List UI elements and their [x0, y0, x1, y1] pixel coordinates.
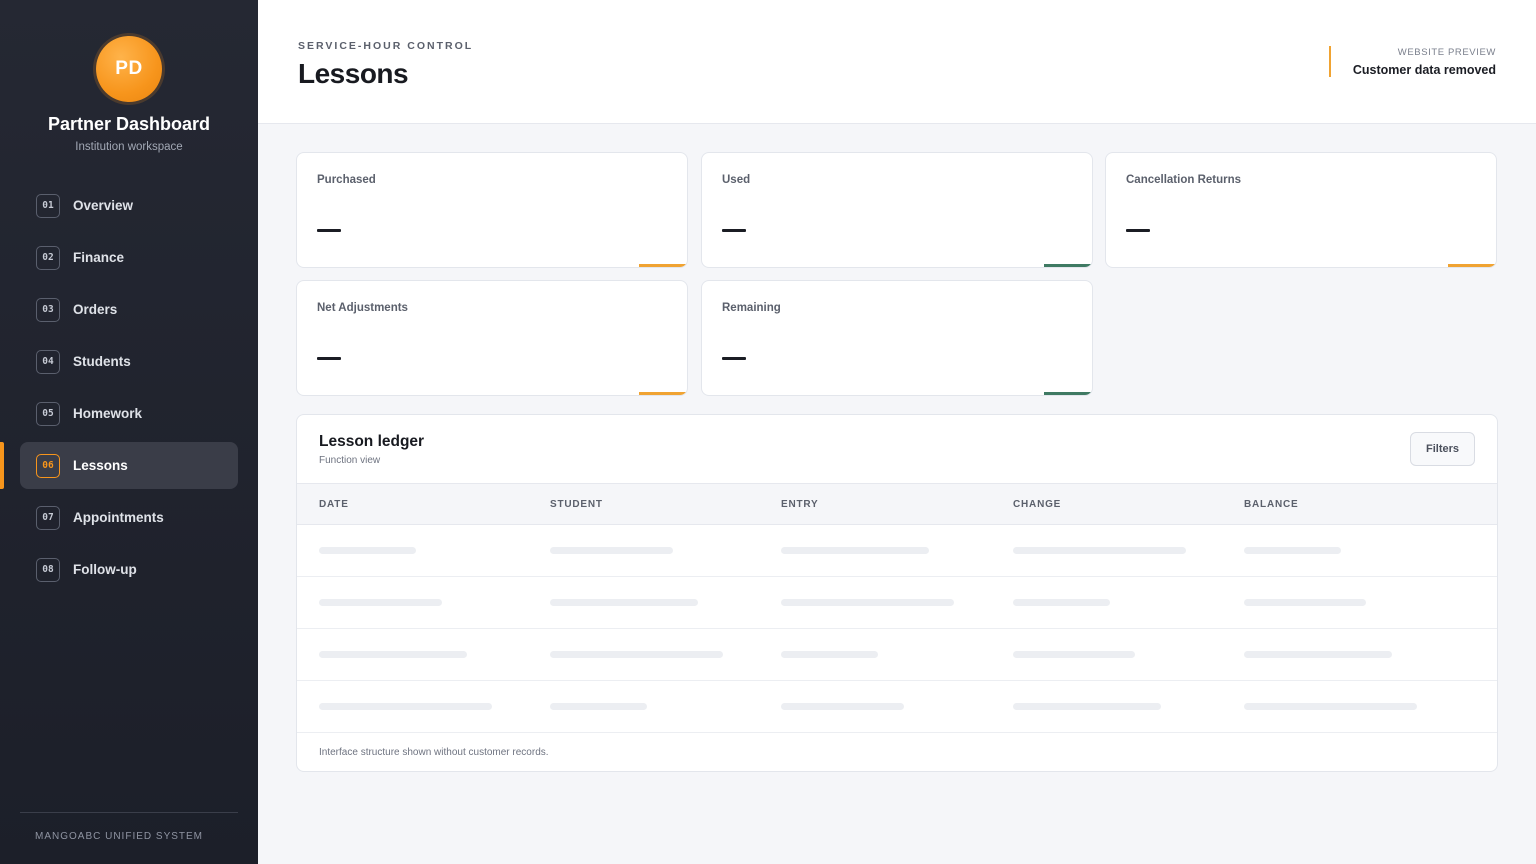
stat-card-label: Net Adjustments [317, 302, 408, 314]
skeleton-cell [781, 703, 904, 710]
sidebar-item-homework[interactable]: 05 Homework [20, 390, 238, 437]
stat-card-accent [1448, 264, 1496, 267]
column-header-change[interactable]: CHANGE [1013, 499, 1061, 510]
page-eyebrow: SERVICE-HOUR CONTROL [298, 40, 474, 52]
skeleton-cell [550, 703, 647, 710]
sidebar-item-label: Follow-up [73, 562, 137, 577]
sidebar-item-label: Overview [73, 198, 134, 213]
skeleton-cell [319, 547, 416, 554]
skeleton-cell [1013, 599, 1110, 606]
sidebar-item-students[interactable]: 04 Students [20, 338, 238, 385]
stat-card-label: Used [722, 174, 751, 186]
filters-button[interactable]: Filters [1410, 432, 1475, 466]
table-row-placeholder [297, 525, 1497, 577]
avatar[interactable]: PD [96, 36, 162, 102]
sidebar-item-label: Finance [73, 250, 125, 265]
skeleton-cell [781, 599, 954, 606]
skeleton-cell [1244, 651, 1392, 658]
ledger-footnote: Interface structure shown without custom… [319, 747, 549, 758]
stat-card-label: Remaining [722, 302, 781, 314]
stat-card-empty-value [722, 357, 746, 360]
page-header: SERVICE-HOUR CONTROL Lessons WEBSITE PRE… [258, 0, 1536, 124]
preview-indicator: WEBSITE PREVIEW Customer data removed [1328, 46, 1496, 77]
column-header-student[interactable]: STUDENT [550, 499, 603, 510]
ledger-subtitle: Function view [319, 455, 381, 466]
skeleton-cell [550, 547, 673, 554]
stat-card-accent [639, 392, 687, 395]
sidebar-item-label: Lessons [73, 458, 128, 473]
sidebar-item-label: Appointments [73, 510, 164, 525]
stat-card-accent [1044, 264, 1092, 267]
column-header-entry[interactable]: ENTRY [781, 499, 819, 510]
sidebar-item-label: Homework [73, 406, 143, 421]
stat-card-empty-value [1126, 229, 1150, 232]
skeleton-cell [319, 651, 467, 658]
ledger-table-header: DATE STUDENT ENTRY CHANGE BALANCE [297, 483, 1497, 525]
skeleton-cell [319, 703, 492, 710]
stat-card-cancellation-returns: Cancellation Returns [1105, 152, 1497, 268]
skeleton-cell [781, 547, 929, 554]
skeleton-cell [781, 651, 878, 658]
lesson-ledger-panel: Lesson ledger Function view Filters DATE… [296, 414, 1498, 772]
nav-number-badge: 08 [36, 557, 60, 582]
stat-card-empty-value [722, 229, 746, 232]
stat-card-label: Purchased [317, 174, 376, 186]
stat-card-accent [1044, 392, 1092, 395]
preview-label: WEBSITE PREVIEW [1397, 47, 1496, 58]
sidebar-item-label: Students [73, 354, 131, 369]
stat-card-net-adjustments: Net Adjustments [296, 280, 688, 396]
nav-number-badge: 02 [36, 245, 60, 270]
skeleton-cell [1013, 547, 1186, 554]
sidebar-item-lessons[interactable]: 06 Lessons [0, 442, 238, 489]
skeleton-cell [1013, 651, 1135, 658]
sidebar-item-follow-up[interactable]: 08 Follow-up [20, 546, 238, 593]
skeleton-cell [550, 651, 723, 658]
skeleton-cell [319, 599, 442, 606]
brand-subtitle: Institution workspace [75, 141, 183, 153]
sidebar-item-appointments[interactable]: 07 Appointments [20, 494, 238, 541]
page-title: Lessons [298, 58, 409, 89]
stat-card-empty-value [317, 229, 341, 232]
sidebar-item-finance[interactable]: 02 Finance [20, 234, 238, 281]
nav-number-badge: 05 [36, 401, 60, 426]
sidebar-item-overview[interactable]: 01 Overview [20, 182, 238, 229]
table-row-placeholder [297, 577, 1497, 629]
sidebar-item-label: Orders [73, 302, 118, 317]
skeleton-cell [1244, 703, 1417, 710]
column-header-date[interactable]: DATE [319, 499, 349, 510]
column-header-balance[interactable]: BALANCE [1244, 499, 1299, 510]
sidebar: PD Partner Dashboard Institution workspa… [0, 0, 258, 864]
nav-number-badge: 04 [36, 349, 60, 374]
skeleton-cell [1013, 703, 1161, 710]
brand-title: Partner Dashboard [47, 114, 211, 134]
table-row-placeholder [297, 681, 1497, 733]
ledger-title: Lesson ledger [319, 433, 425, 450]
skeleton-cell [1244, 599, 1366, 606]
nav-number-badge: 06 [36, 453, 60, 478]
stat-card-purchased: Purchased [296, 152, 688, 268]
stat-card-accent [639, 264, 687, 267]
table-row-placeholder [297, 629, 1497, 681]
skeleton-cell [550, 599, 698, 606]
sidebar-nav: 01 Overview 02 Finance 03 Orders 04 Stud… [0, 182, 238, 598]
nav-number-badge: 01 [36, 193, 60, 218]
skeleton-cell [1244, 547, 1341, 554]
stat-card-remaining: Remaining [701, 280, 1093, 396]
nav-number-badge: 07 [36, 505, 60, 530]
preview-value: Customer data removed [1352, 63, 1496, 77]
stat-card-empty-value [317, 357, 341, 360]
sidebar-footer: MANGOABC UNIFIED SYSTEM [20, 812, 238, 842]
nav-number-badge: 03 [36, 297, 60, 322]
stat-card-used: Used [701, 152, 1093, 268]
stat-card-label: Cancellation Returns [1126, 174, 1242, 186]
sidebar-item-orders[interactable]: 03 Orders [20, 286, 238, 333]
